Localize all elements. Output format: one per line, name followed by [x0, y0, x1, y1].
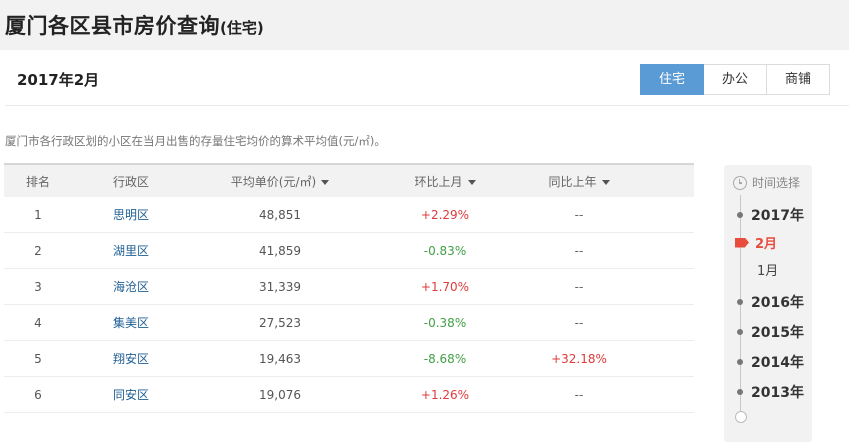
col-header-price[interactable]: 平均单价(元/㎡)	[190, 173, 370, 190]
cell-mom: -0.38%	[423, 315, 467, 330]
cell-mom: +2.29%	[420, 207, 470, 222]
timeline-year-label: 2017年	[751, 208, 804, 224]
cell-price: 31,339	[259, 279, 301, 294]
district-link[interactable]: 同安区	[72, 386, 190, 403]
cell-mom: +1.26%	[420, 387, 470, 402]
cell-price: 19,076	[259, 387, 301, 402]
district-link[interactable]: 翔安区	[72, 350, 190, 367]
cell-price: 27,523	[259, 315, 301, 330]
timeline-year-2014[interactable]: 2014年	[724, 352, 804, 372]
col-header-mom[interactable]: 环比上月	[370, 173, 520, 190]
table-row: 3 海沧区 31,339 +1.70% --	[4, 269, 694, 305]
caret-down-icon	[321, 179, 330, 185]
tab-residential[interactable]: 住宅	[640, 64, 704, 95]
timeline-year-2016[interactable]: 2016年	[724, 292, 804, 312]
timeline-year-label: 2013年	[751, 385, 804, 401]
timeline-year-label: 2015年	[751, 325, 804, 341]
table-header: 排名 行政区 平均单价(元/㎡) 环比上月 同比上年	[4, 163, 694, 197]
time-selector-header: 时间选择	[733, 174, 800, 191]
cell-rank: 2	[34, 243, 42, 258]
cell-yoy: --	[574, 315, 584, 330]
tab-shop[interactable]: 商铺	[766, 64, 830, 95]
timeline-month-label: 2月	[755, 237, 778, 252]
timeline-year-2015[interactable]: 2015年	[724, 322, 804, 342]
col-header-mom-label: 环比上月	[414, 174, 463, 189]
timeline-dot-icon	[737, 299, 743, 305]
col-header-price-label: 平均单价(元/㎡)	[230, 174, 317, 189]
cell-price: 48,851	[259, 207, 301, 222]
col-header-district: 行政区	[112, 174, 149, 189]
timeline-dot-icon	[737, 359, 743, 365]
cell-mom: -0.83%	[423, 243, 467, 258]
cell-yoy: --	[574, 387, 584, 402]
caret-down-icon	[601, 179, 610, 185]
cell-yoy: +32.18%	[551, 351, 607, 366]
timeline-end-circle-icon	[735, 411, 747, 423]
cell-rank: 1	[34, 207, 42, 222]
district-link[interactable]: 湖里区	[72, 242, 190, 259]
timeline-month-feb[interactable]: 2月	[724, 233, 777, 252]
table-row: 6 同安区 19,076 +1.26% --	[4, 377, 694, 413]
col-header-yoy-label: 同比上年	[548, 174, 597, 189]
cell-rank: 4	[34, 315, 42, 330]
tab-office[interactable]: 办公	[703, 64, 767, 95]
cell-rank: 3	[34, 279, 42, 294]
district-link[interactable]: 集美区	[72, 314, 190, 331]
timeline-dot-icon	[737, 212, 743, 218]
cell-yoy: --	[574, 279, 584, 294]
property-type-tabs: 住宅 办公 商铺	[640, 64, 830, 95]
period-label: 2017年2月	[17, 71, 100, 89]
col-header-yoy[interactable]: 同比上年	[520, 173, 638, 190]
page-title: 厦门各区县市房价查询(住宅)	[5, 10, 264, 40]
timeline-year-2017[interactable]: 2017年	[724, 205, 804, 225]
timeline-year-2013[interactable]: 2013年	[724, 382, 804, 402]
title-bar: 厦门各区县市房价查询(住宅)	[0, 0, 849, 50]
district-link[interactable]: 思明区	[72, 206, 190, 223]
cell-price: 19,463	[259, 351, 301, 366]
district-link[interactable]: 海沧区	[72, 278, 190, 295]
page-title-text: 厦门各区县市房价查询	[5, 14, 220, 38]
cell-yoy: --	[574, 207, 584, 222]
sub-header: 2017年2月 住宅 办公 商铺	[5, 50, 849, 106]
cell-mom: -8.68%	[423, 351, 467, 366]
table-row: 1 思明区 48,851 +2.29% --	[4, 197, 694, 233]
timeline-dot-icon	[737, 389, 743, 395]
time-selector-title: 时间选择	[752, 176, 801, 190]
cell-rank: 5	[34, 351, 42, 366]
clock-icon	[733, 175, 747, 190]
col-header-rank: 排名	[25, 174, 50, 189]
timeline-month-jan[interactable]: 1月	[757, 260, 778, 279]
cell-yoy: --	[574, 243, 584, 258]
time-selector: 时间选择 2017年 2月 1月 2016年 2015年 2014年 2013年	[724, 165, 812, 442]
timeline-year-label: 2014年	[751, 355, 804, 371]
table-row: 5 翔安区 19,463 -8.68% +32.18%	[4, 341, 694, 377]
description-note: 厦门市各行政区划的小区在当月出售的存量住宅均价的算术平均值(元/㎡)。	[5, 134, 386, 148]
caret-down-icon	[467, 179, 476, 185]
timeline-month-label: 1月	[757, 264, 779, 279]
page-title-suffix: (住宅)	[220, 19, 264, 37]
flag-icon	[735, 237, 749, 248]
table-row: 4 集美区 27,523 -0.38% --	[4, 305, 694, 341]
timeline-year-label: 2016年	[751, 295, 804, 311]
cell-price: 41,859	[259, 243, 301, 258]
table-row: 2 湖里区 41,859 -0.83% --	[4, 233, 694, 269]
cell-rank: 6	[34, 387, 42, 402]
cell-mom: +1.70%	[420, 279, 470, 294]
price-table: 排名 行政区 平均单价(元/㎡) 环比上月 同比上年 1 思明区 48,851 …	[4, 163, 694, 413]
timeline-dot-icon	[737, 329, 743, 335]
